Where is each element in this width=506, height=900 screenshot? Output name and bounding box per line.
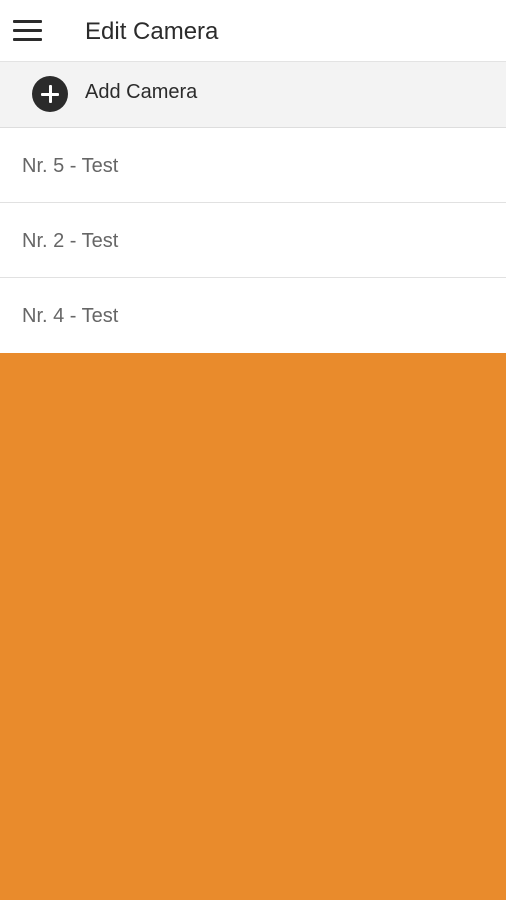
camera-list-item[interactable]: Nr. 4 - Test xyxy=(0,278,506,353)
add-camera-label: Add Camera xyxy=(85,81,198,103)
add-camera-button[interactable]: Add Camera xyxy=(0,62,506,128)
menu-line xyxy=(13,29,42,32)
menu-line xyxy=(13,38,42,41)
page-title: Edit Camera xyxy=(85,18,219,45)
app-window: Edit Camera Add Camera Nr. 5 - Test Nr. … xyxy=(0,0,506,900)
camera-name: Nr. 5 - Test xyxy=(22,155,119,177)
hamburger-menu-icon[interactable] xyxy=(13,20,42,42)
camera-name: Nr. 4 - Test xyxy=(22,305,119,327)
top-bar: Edit Camera xyxy=(0,0,506,62)
camera-list-item[interactable]: Nr. 5 - Test xyxy=(0,128,506,203)
plus-circle-icon xyxy=(32,76,68,112)
camera-list-item[interactable]: Nr. 2 - Test xyxy=(0,203,506,278)
camera-list: Nr. 5 - Test Nr. 2 - Test Nr. 4 - Test xyxy=(0,128,506,353)
camera-name: Nr. 2 - Test xyxy=(22,230,119,252)
menu-line xyxy=(13,20,42,23)
